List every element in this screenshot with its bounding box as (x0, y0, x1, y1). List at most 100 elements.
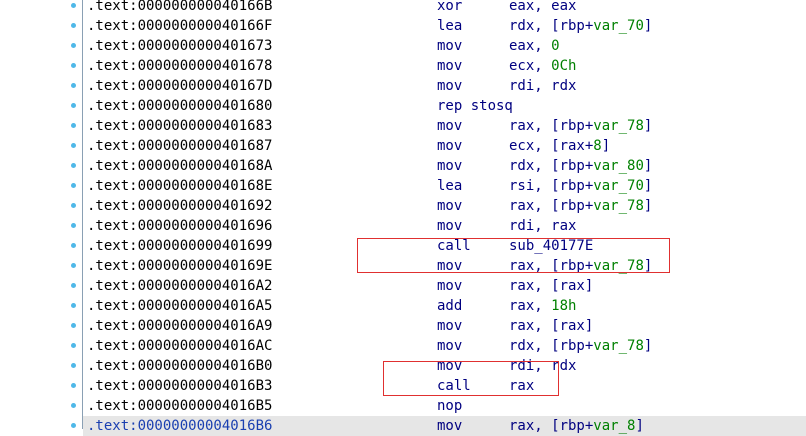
listing-row[interactable]: .text:00000000004016A9 mov rax, [rax] (0, 316, 806, 336)
listing-row[interactable]: .text:000000000040167D mov rdi, rdx (0, 76, 806, 96)
listing-row[interactable]: .text:000000000040168E lea rsi, [rbp+var_7… (0, 176, 806, 196)
breakpoint-marker-icon[interactable] (71, 3, 76, 8)
operands[interactable]: eax, 0 (509, 36, 560, 56)
breakpoint-marker-icon[interactable] (71, 123, 76, 128)
address[interactable]: .text:00000000004016B6 (87, 416, 272, 436)
listing-row[interactable]: .text:000000000040166B xor eax, eax (0, 0, 806, 16)
address[interactable]: .text:00000000004016A9 (87, 316, 272, 336)
breakpoint-marker-icon[interactable] (71, 243, 76, 248)
address[interactable]: .text:000000000040168A (87, 156, 272, 176)
listing-row[interactable]: .text:00000000004016B6 mov rax, [rbp+var_8… (0, 416, 806, 436)
mnemonic[interactable]: nop (437, 396, 462, 416)
operands[interactable]: ecx, 0Ch (509, 56, 576, 76)
operands[interactable]: rax, [rax] (509, 316, 593, 336)
listing-row[interactable]: .text:0000000000401687 mov ecx, [rax+8] (0, 136, 806, 156)
breakpoint-marker-icon[interactable] (71, 23, 76, 28)
listing-row[interactable]: .text:0000000000401683 mov rax, [rbp+var_7… (0, 116, 806, 136)
listing-row[interactable]: .text:0000000000401678 mov ecx, 0Ch (0, 56, 806, 76)
breakpoint-marker-icon[interactable] (71, 223, 76, 228)
mnemonic[interactable]: mov (437, 76, 462, 96)
operands[interactable]: rax, [rbp+var_8] (509, 416, 644, 436)
mnemonic[interactable]: mov (437, 156, 462, 176)
operand-text: rax, [rbp+ (509, 198, 594, 214)
operands[interactable]: rax, [rbp+var_78] (509, 196, 652, 216)
operands[interactable]: rdi, rax (509, 216, 576, 236)
listing-row[interactable]: .text:0000000000401673 mov eax, 0 (0, 36, 806, 56)
address[interactable]: .text:0000000000401699 (87, 236, 272, 256)
mnemonic[interactable]: lea (437, 176, 462, 196)
operands[interactable]: rdx, [rbp+var_78] (509, 336, 652, 356)
operands[interactable]: rax, 18h (509, 296, 576, 316)
breakpoint-marker-icon[interactable] (71, 63, 76, 68)
breakpoint-marker-icon[interactable] (71, 263, 76, 268)
mnemonic[interactable]: mov (437, 336, 462, 356)
address[interactable]: .text:00000000004016A2 (87, 276, 272, 296)
address[interactable]: .text:00000000004016A5 (87, 296, 272, 316)
address[interactable]: .text:0000000000401680 (87, 96, 272, 116)
address[interactable]: .text:000000000040166F (87, 16, 272, 36)
address[interactable]: .text:000000000040166B (87, 0, 272, 16)
breakpoint-marker-icon[interactable] (71, 383, 76, 388)
operand-variable: var_70 (593, 178, 644, 194)
breakpoint-marker-icon[interactable] (71, 423, 76, 428)
operand-text: rax, (509, 298, 552, 314)
operands[interactable]: rsi, [rbp+var_70] (509, 176, 652, 196)
address[interactable]: .text:00000000004016B0 (87, 356, 272, 376)
breakpoint-marker-icon[interactable] (71, 43, 76, 48)
breakpoint-marker-icon[interactable] (71, 363, 76, 368)
listing-row[interactable]: .text:00000000004016B5 nop (0, 396, 806, 416)
mnemonic[interactable]: mov (437, 316, 462, 336)
mnemonic[interactable]: xor (437, 0, 462, 16)
address[interactable]: .text:0000000000401678 (87, 56, 272, 76)
address[interactable]: .text:00000000004016B3 (87, 376, 272, 396)
operands[interactable]: rdx, [rbp+var_80] (509, 156, 652, 176)
address[interactable]: .text:0000000000401692 (87, 196, 272, 216)
listing-row[interactable]: .text:00000000004016A5 add rax, 18h (0, 296, 806, 316)
mnemonic[interactable]: rep stosq (437, 96, 513, 116)
mnemonic[interactable]: lea (437, 16, 462, 36)
breakpoint-marker-icon[interactable] (71, 103, 76, 108)
mnemonic[interactable]: mov (437, 276, 462, 296)
mnemonic[interactable]: mov (437, 116, 462, 136)
mnemonic[interactable]: mov (437, 56, 462, 76)
breakpoint-marker-icon[interactable] (71, 343, 76, 348)
breakpoint-marker-icon[interactable] (71, 163, 76, 168)
breakpoint-marker-icon[interactable] (71, 283, 76, 288)
mnemonic[interactable]: mov (437, 136, 462, 156)
listing-row[interactable]: .text:000000000040168A mov rdx, [rbp+var_8… (0, 156, 806, 176)
operands[interactable]: rdi, rdx (509, 76, 576, 96)
operands[interactable]: rdx, [rbp+var_70] (509, 16, 652, 36)
breakpoint-marker-icon[interactable] (71, 403, 76, 408)
mnemonic[interactable]: mov (437, 216, 462, 236)
listing-row[interactable]: .text:0000000000401692 mov rax, [rbp+var_7… (0, 196, 806, 216)
address[interactable]: .text:0000000000401673 (87, 36, 272, 56)
mnemonic[interactable]: mov (437, 196, 462, 216)
breakpoint-marker-icon[interactable] (71, 203, 76, 208)
operands[interactable]: ecx, [rax+8] (509, 136, 610, 156)
address[interactable]: .text:00000000004016B5 (87, 396, 272, 416)
listing-row[interactable]: .text:0000000000401680 rep stosq (0, 96, 806, 116)
breakpoint-marker-icon[interactable] (71, 303, 76, 308)
address[interactable]: .text:000000000040167D (87, 76, 272, 96)
address[interactable]: .text:000000000040168E (87, 176, 272, 196)
mnemonic[interactable]: add (437, 296, 462, 316)
listing-row[interactable]: .text:0000000000401696 mov rdi, rax (0, 216, 806, 236)
disassembly-view[interactable]: .text:000000000040166B xor eax, eax .text:0… (0, 0, 806, 436)
address[interactable]: .text:00000000004016AC (87, 336, 272, 356)
operands[interactable]: rax, [rbp+var_78] (509, 116, 652, 136)
listing-row[interactable]: .text:000000000040166F lea rdx, [rbp+var_7… (0, 16, 806, 36)
listing-row[interactable]: .text:00000000004016AC mov rdx, [rbp+var_7… (0, 336, 806, 356)
breakpoint-marker-icon[interactable] (71, 183, 76, 188)
address[interactable]: .text:0000000000401696 (87, 216, 272, 236)
breakpoint-marker-icon[interactable] (71, 323, 76, 328)
mnemonic[interactable]: mov (437, 416, 462, 436)
address[interactable]: .text:0000000000401687 (87, 136, 272, 156)
operands[interactable]: rax, [rax] (509, 276, 593, 296)
breakpoint-marker-icon[interactable] (71, 143, 76, 148)
mnemonic[interactable]: mov (437, 36, 462, 56)
address[interactable]: .text:000000000040169E (87, 256, 272, 276)
breakpoint-marker-icon[interactable] (71, 83, 76, 88)
listing-row[interactable]: .text:00000000004016A2 mov rax, [rax] (0, 276, 806, 296)
operands[interactable]: eax, eax (509, 0, 576, 16)
address[interactable]: .text:0000000000401683 (87, 116, 272, 136)
